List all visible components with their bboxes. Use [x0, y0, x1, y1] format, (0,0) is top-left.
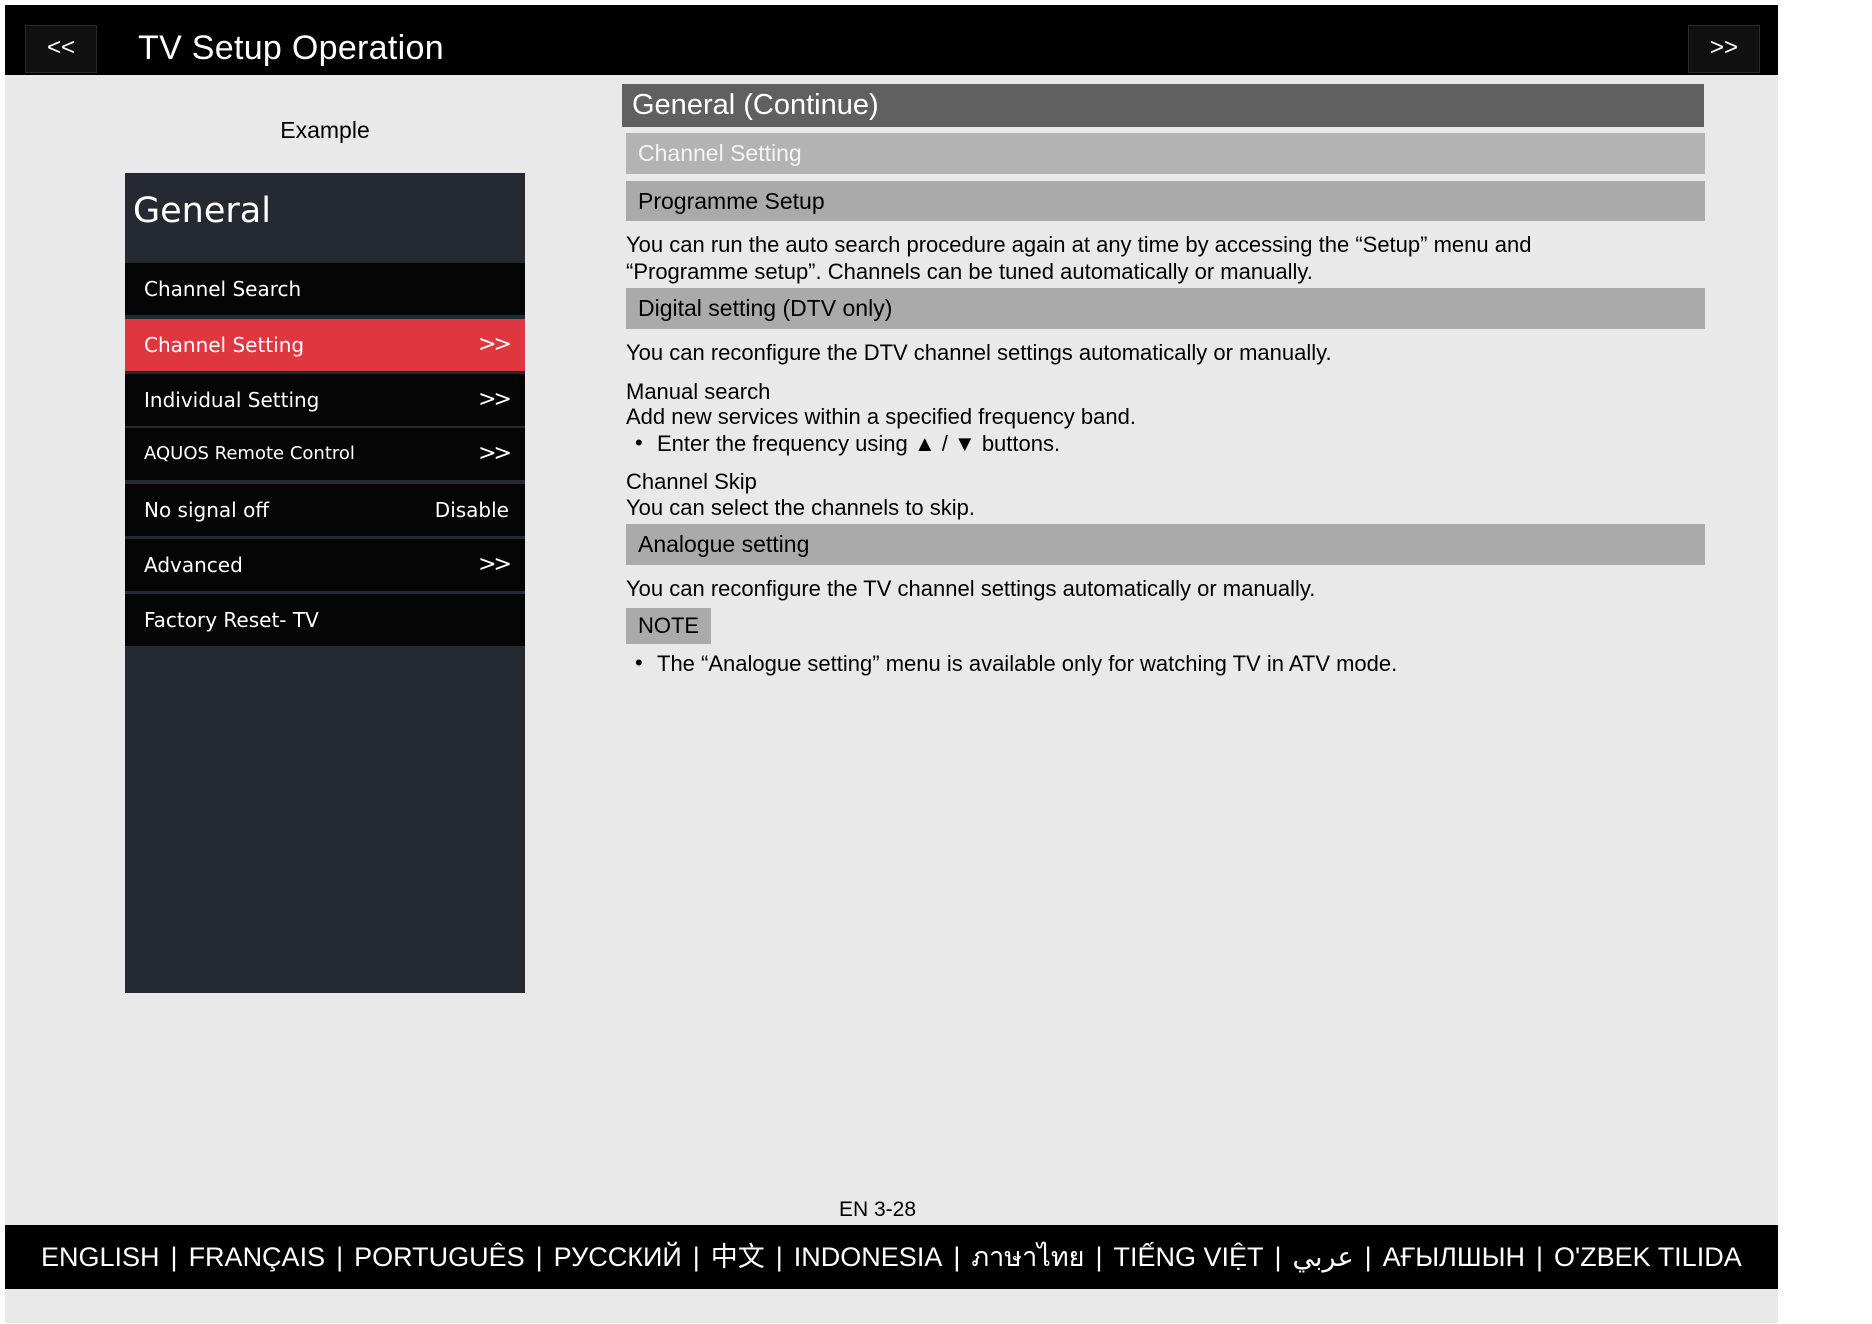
digital-text: You can reconfigure the DTV channel sett… [626, 340, 1332, 365]
tv-menu-item-no-signal-off[interactable]: No signal off Disable [125, 484, 525, 536]
tv-menu-item-channel-setting[interactable]: Channel Setting >> [125, 319, 525, 371]
page-number: EN 3-28 [838, 1198, 917, 1221]
manual-search-text: Add new services within a specified freq… [626, 404, 1136, 429]
subsection-analogue-setting: Analogue setting [626, 524, 1705, 565]
tv-menu-item-label: Individual Setting [144, 388, 320, 412]
separator: | [535, 1242, 543, 1272]
separator: | [1535, 1242, 1543, 1272]
separator: | [336, 1242, 344, 1272]
chevron-right-icon: >> [478, 552, 512, 577]
language-link-arabic[interactable]: عربي [1293, 1225, 1354, 1289]
tv-menu-item-label: No signal off [144, 498, 270, 522]
chevron-right-icon: >> [478, 387, 512, 412]
section-title: General (Continue) [622, 84, 1704, 127]
language-link-portuguese[interactable]: PORTUGUÊS [354, 1225, 525, 1289]
tv-menu-item-label: AQUOS Remote Control [144, 443, 355, 464]
language-link-french[interactable]: FRANÇAIS [189, 1225, 326, 1289]
language-link-uzbek[interactable]: O'ZBEK TILIDA [1554, 1225, 1742, 1289]
tv-menu-item-factory-reset[interactable]: Factory Reset- TV [125, 594, 525, 646]
separator: | [1095, 1242, 1103, 1272]
bullet-icon: • [635, 430, 643, 455]
manual-search-bullet: Enter the frequency using ▲ / ▼ buttons. [657, 431, 1061, 456]
tv-menu-item-value: Disable [434, 498, 509, 522]
chevron-right-icon: >> [478, 332, 512, 357]
tv-menu-item-individual-setting[interactable]: Individual Setting >> [125, 374, 525, 426]
programme-text-line-2: “Programme setup”. Channels can be tuned… [626, 259, 1313, 284]
subsection-digital-setting: Digital setting (DTV only) [626, 288, 1705, 329]
note-bullet: The “Analogue setting” menu is available… [657, 651, 1398, 676]
separator: | [170, 1242, 178, 1272]
subsection-programme-setup: Programme Setup [626, 181, 1705, 221]
chevron-right-icon: >> [478, 441, 512, 466]
tv-menu-item-advanced[interactable]: Advanced >> [125, 539, 525, 591]
language-bar: ENGLISH | FRANÇAIS | PORTUGUÊS | РУССКИЙ | 中文 | IN… [5, 1225, 1778, 1289]
separator: | [1274, 1242, 1282, 1272]
separator: | [953, 1242, 961, 1272]
next-page-button[interactable]: >> [1688, 25, 1760, 73]
tv-menu-item-label: Channel Search [144, 277, 302, 301]
channel-skip-text: You can select the channels to skip. [626, 495, 975, 520]
analogue-text: You can reconfigure the TV channel setti… [626, 576, 1316, 601]
language-link-chinese[interactable]: 中文 [711, 1226, 765, 1290]
tv-menu-title: General [133, 191, 271, 231]
channel-skip-title: Channel Skip [626, 469, 757, 494]
subsection-channel-setting: Channel Setting [626, 133, 1705, 174]
tv-menu-example: General Channel Search Channel Setting >… [125, 173, 525, 993]
language-link-indonesian[interactable]: INDONESIA [794, 1225, 943, 1289]
language-link-english[interactable]: ENGLISH [41, 1225, 160, 1289]
separator: | [692, 1242, 700, 1272]
tv-menu-item-aquos-remote-control[interactable]: AQUOS Remote Control >> [125, 428, 525, 480]
language-link-kazakh[interactable]: АҒЫЛШЫН [1383, 1225, 1525, 1289]
manual-page: << TV Setup Operation >> Example General… [5, 5, 1778, 1323]
tv-menu-item-channel-search[interactable]: Channel Search [125, 263, 525, 315]
language-link-vietnamese[interactable]: TIẾNG VIỆT [1113, 1225, 1263, 1289]
page-title: TV Setup Operation [138, 29, 444, 67]
example-label: Example [280, 117, 370, 143]
separator: | [1364, 1242, 1372, 1272]
language-link-russian[interactable]: РУССКИЙ [554, 1225, 682, 1289]
header-bar: << TV Setup Operation >> [5, 5, 1778, 75]
manual-search-title: Manual search [626, 379, 771, 404]
bullet-icon: • [635, 650, 643, 675]
tv-menu-item-label: Channel Setting [144, 333, 305, 357]
tv-menu-item-label: Factory Reset- TV [144, 608, 319, 632]
separator: | [775, 1242, 783, 1272]
note-label: NOTE [626, 608, 711, 644]
programme-text-line-1: You can run the auto search procedure ag… [626, 232, 1532, 257]
language-link-thai[interactable]: ภาษาไทย [971, 1225, 1084, 1289]
tv-menu-item-label: Advanced [144, 553, 243, 577]
previous-page-button[interactable]: << [25, 25, 97, 73]
